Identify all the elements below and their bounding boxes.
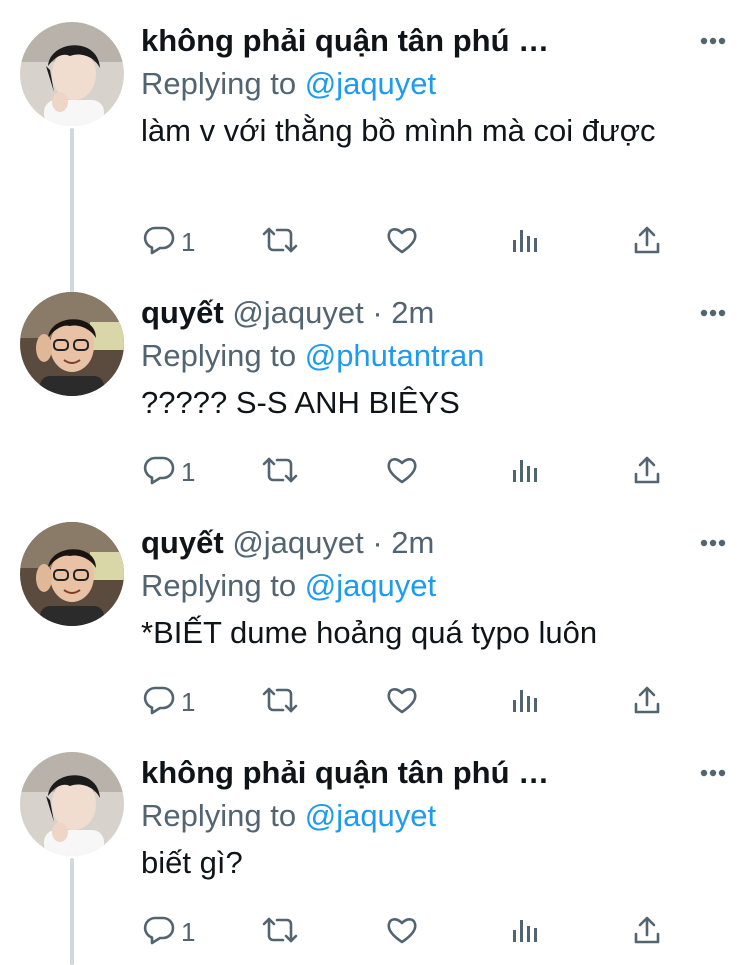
views-icon [511, 686, 539, 719]
display-name[interactable]: quyết [141, 525, 224, 560]
replying-to-label: Replying to [141, 66, 305, 101]
replying-to: Replying to @phutantran [141, 336, 730, 376]
reply-icon [143, 455, 175, 490]
mention-link[interactable]: @jaquyet [305, 568, 436, 603]
avatar[interactable] [20, 522, 124, 626]
avatar[interactable] [20, 292, 124, 396]
like-button[interactable] [386, 450, 418, 494]
views-icon [511, 456, 539, 489]
replying-to-label: Replying to [141, 568, 305, 603]
retweet-icon [261, 916, 299, 949]
views-button[interactable] [511, 450, 539, 494]
views-button[interactable] [511, 680, 539, 724]
share-button[interactable] [633, 910, 661, 954]
reply-button[interactable]: 1 [143, 450, 195, 494]
share-icon [633, 455, 661, 490]
avatar[interactable] [20, 22, 124, 126]
share-icon [633, 915, 661, 950]
tweet-text: làm v với thằng bồ mình mà coi được [141, 113, 656, 148]
tweet-header: không phải quận tân phú … [141, 750, 730, 796]
action-bar: 1 [141, 450, 681, 494]
tweet[interactable]: không phải quận tân phú … Replying to @j… [0, 0, 750, 290]
like-button[interactable] [386, 220, 418, 264]
reply-count: 1 [181, 686, 196, 717]
tweet-thread: không phải quận tân phú … Replying to @j… [0, 0, 750, 965]
replying-to-label: Replying to [141, 798, 305, 833]
more-icon[interactable] [700, 750, 726, 796]
tweet-header: quyết @jaquyet · 2m [141, 520, 730, 566]
like-icon [386, 225, 418, 260]
tweet-text: biết gì? [141, 845, 243, 880]
replying-to: Replying to @jaquyet [141, 64, 730, 104]
tweet-header: quyết @jaquyet · 2m [141, 290, 730, 336]
replying-to: Replying to @jaquyet [141, 796, 730, 836]
like-button[interactable] [386, 680, 418, 724]
like-icon [386, 915, 418, 950]
views-icon [511, 916, 539, 949]
tweet[interactable]: quyết @jaquyet · 2m Replying to @phutant… [0, 290, 750, 520]
display-name[interactable]: không phải quận tân phú … [141, 755, 549, 790]
more-icon[interactable] [700, 520, 726, 566]
replying-to-label: Replying to [141, 338, 305, 373]
mention-link[interactable]: @jaquyet [305, 66, 436, 101]
mention-link[interactable]: @jaquyet [305, 798, 436, 833]
share-button[interactable] [633, 680, 661, 724]
like-icon [386, 455, 418, 490]
reply-button[interactable]: 1 [143, 910, 195, 954]
display-name[interactable]: không phải quận tân phú … [141, 23, 549, 58]
reply-icon [143, 225, 175, 260]
share-icon [633, 685, 661, 720]
more-icon[interactable] [700, 290, 726, 336]
avatar[interactable] [20, 752, 124, 856]
reply-icon [143, 915, 175, 950]
timestamp[interactable]: · 2m [372, 295, 434, 330]
retweet-icon [261, 686, 299, 719]
tweet-text: ????? S-S ANH BIÊYS [141, 385, 460, 420]
reply-count: 1 [181, 456, 196, 487]
action-bar: 1 [141, 220, 681, 264]
reply-icon [143, 685, 175, 720]
like-icon [386, 685, 418, 720]
views-button[interactable] [511, 220, 539, 264]
tweet[interactable]: không phải quận tân phú … Replying to @j… [0, 750, 750, 965]
mention-link[interactable]: @phutantran [305, 338, 485, 373]
retweet-icon [261, 456, 299, 489]
share-button[interactable] [633, 220, 661, 264]
share-icon [633, 225, 661, 260]
reply-button[interactable]: 1 [143, 680, 195, 724]
timestamp[interactable]: · 2m [372, 525, 434, 560]
retweet-button[interactable] [261, 450, 299, 494]
action-bar: 1 [141, 910, 681, 954]
reply-count: 1 [181, 916, 196, 947]
share-button[interactable] [633, 450, 661, 494]
retweet-button[interactable] [261, 680, 299, 724]
reply-button[interactable]: 1 [143, 220, 195, 264]
replying-to: Replying to @jaquyet [141, 566, 730, 606]
retweet-button[interactable] [261, 220, 299, 264]
tweet[interactable]: quyết @jaquyet · 2m Replying to @jaquyet… [0, 520, 750, 750]
retweet-button[interactable] [261, 910, 299, 954]
user-handle[interactable]: @jaquyet [232, 295, 363, 330]
tweet-text: *BIẾT dume hoảng quá typo luôn [141, 615, 598, 650]
action-bar: 1 [141, 680, 681, 724]
views-icon [511, 226, 539, 259]
more-icon[interactable] [700, 18, 726, 64]
tweet-header: không phải quận tân phú … [141, 18, 730, 64]
reply-count: 1 [181, 226, 196, 257]
retweet-icon [261, 226, 299, 259]
user-handle[interactable]: @jaquyet [232, 525, 363, 560]
like-button[interactable] [386, 910, 418, 954]
display-name[interactable]: quyết [141, 295, 224, 330]
views-button[interactable] [511, 910, 539, 954]
